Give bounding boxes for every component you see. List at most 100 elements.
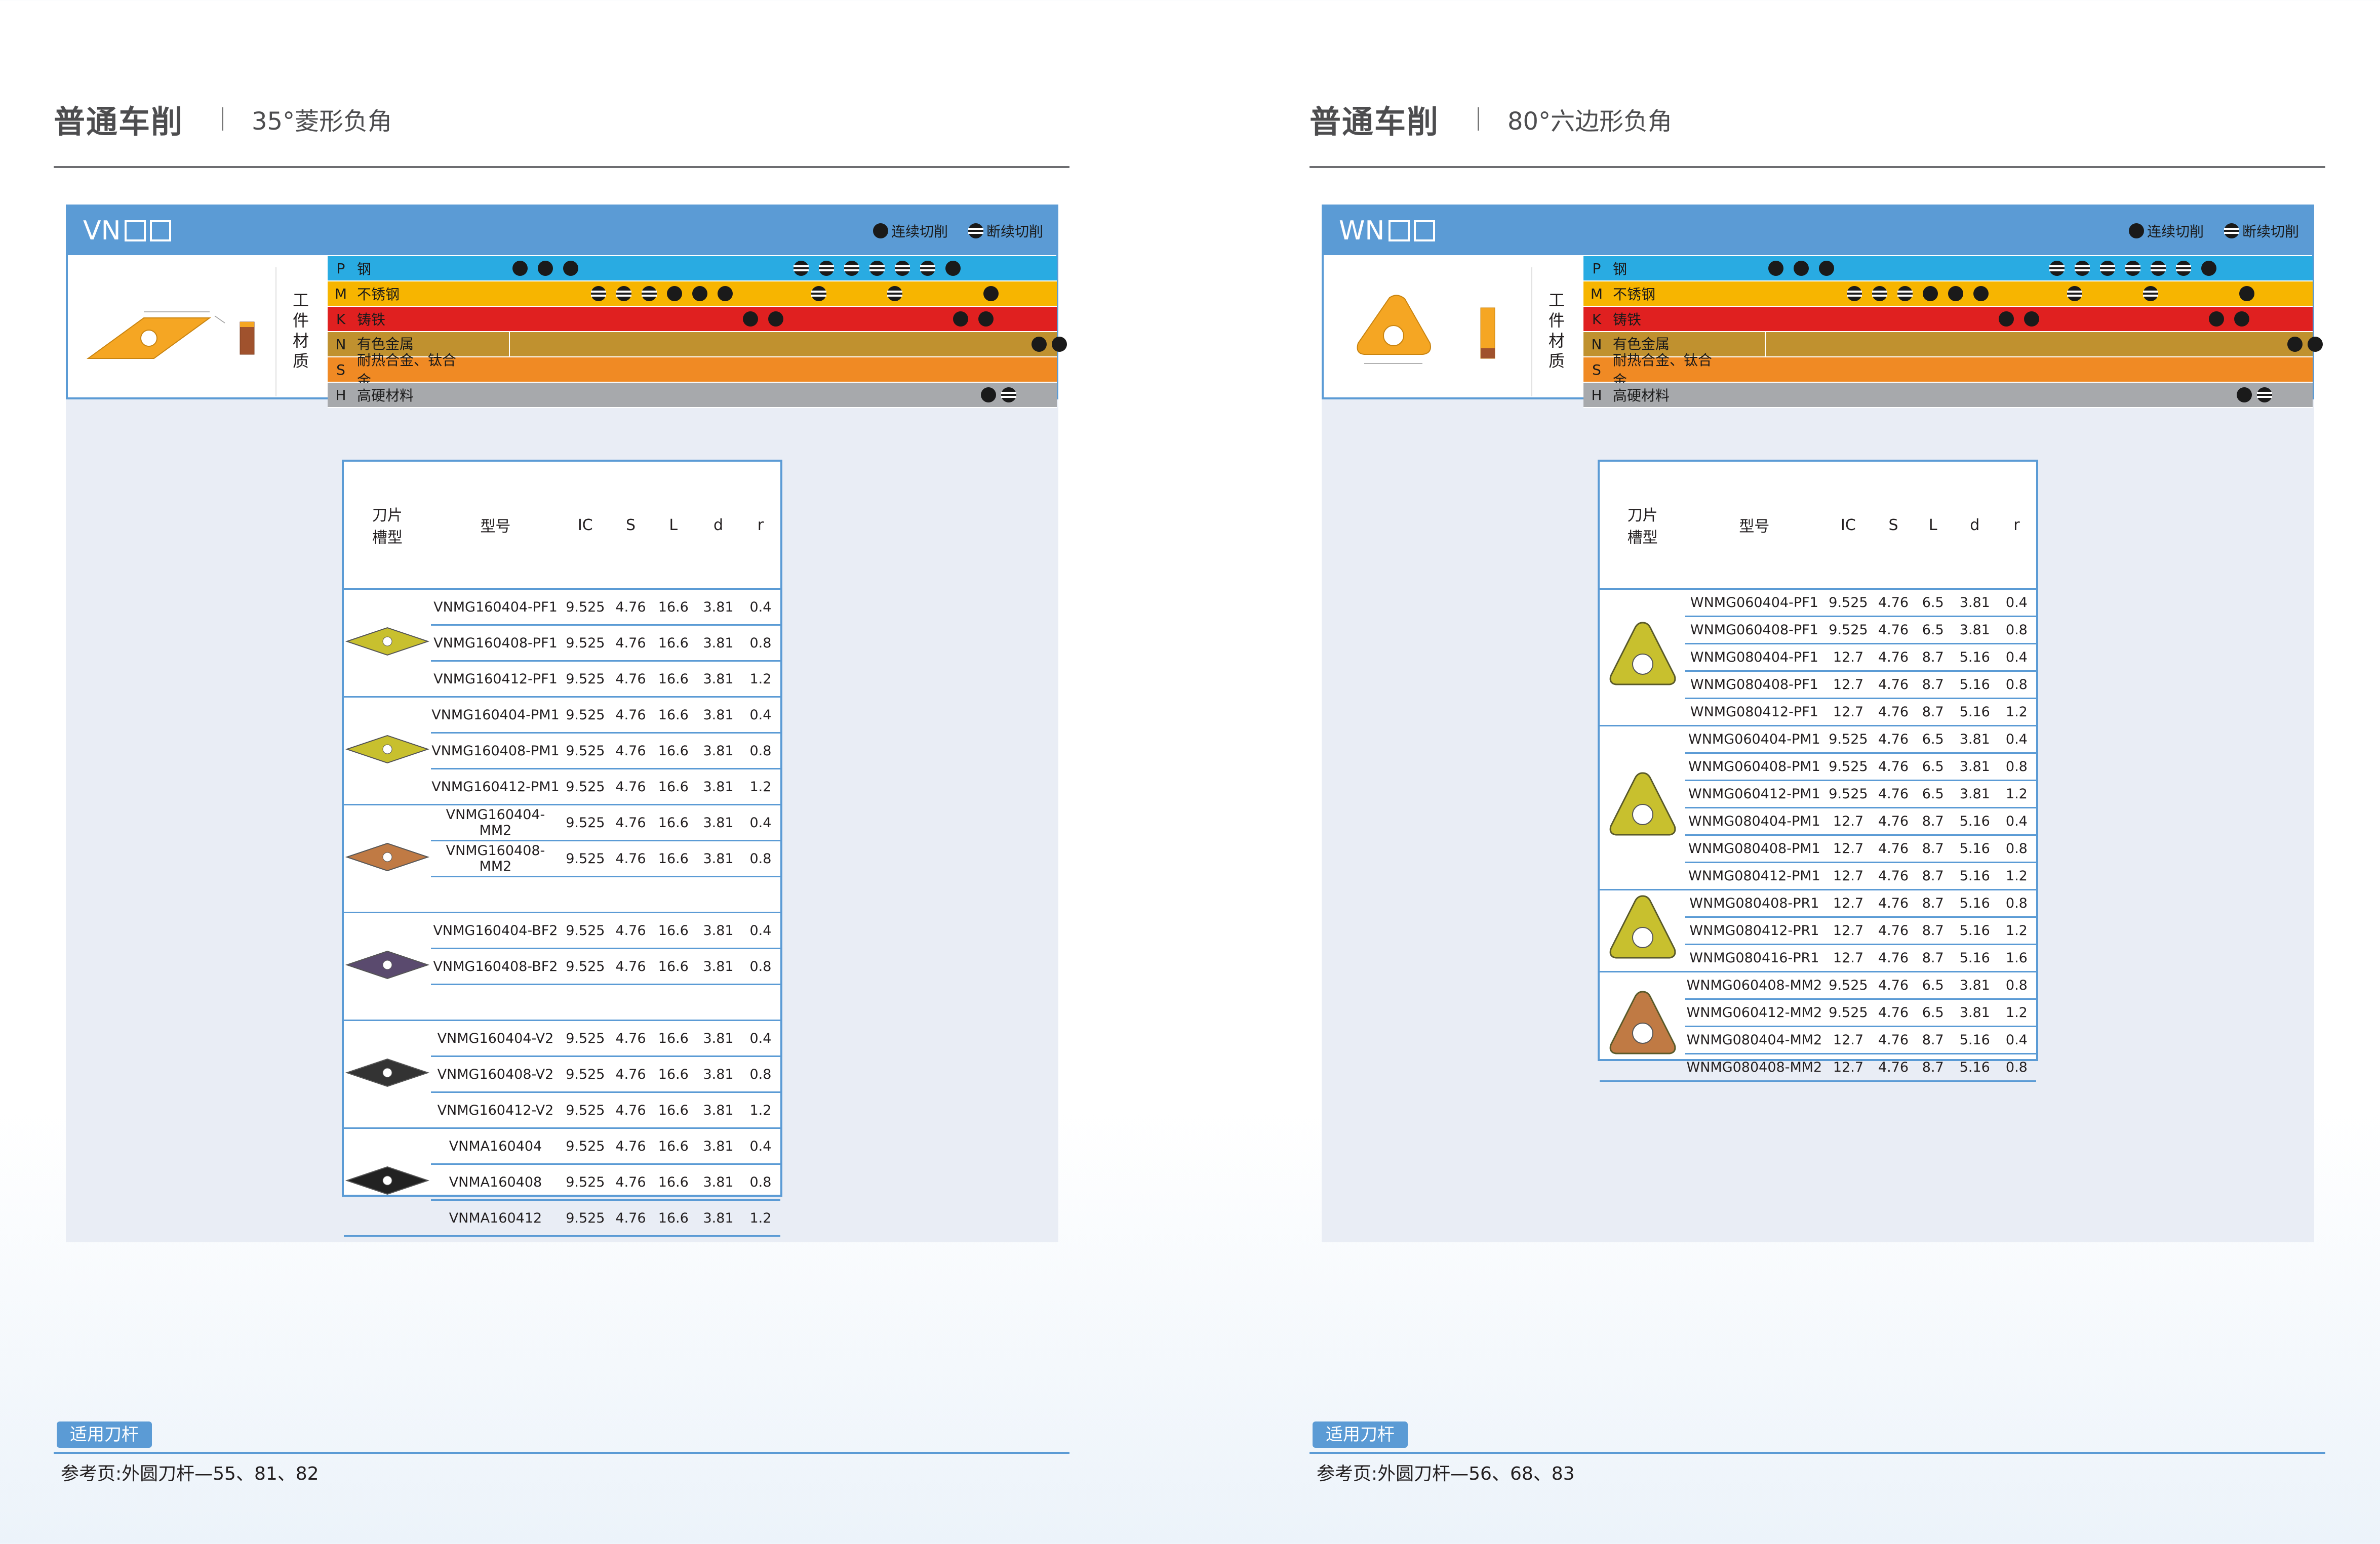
- value-cell: 6.5: [1913, 999, 1953, 1027]
- card-header: WN 连续切削 断续切削: [1324, 207, 2312, 255]
- title-divider: [1478, 107, 1480, 131]
- legend-continuous: 连续切削: [872, 221, 948, 241]
- value-cell: 16.6: [651, 625, 696, 662]
- solid-dot-icon: [2308, 337, 2323, 352]
- solid-dot-icon: [1052, 337, 1067, 352]
- value-cell: 4.76: [610, 1020, 651, 1057]
- model-cell: VNMG160408-V2: [430, 1056, 561, 1093]
- suitability-symbols: [328, 281, 1057, 306]
- suitability-symbols: [1583, 256, 2313, 280]
- value-cell: 8.7: [1913, 807, 1953, 836]
- value-cell: 4.76: [610, 661, 651, 698]
- value-cell: [696, 876, 741, 913]
- suitability-symbols: [1583, 383, 2313, 407]
- value-cell: 12.7: [1823, 862, 1874, 890]
- solid-dot-icon: [743, 311, 758, 327]
- value-cell: 4.76: [610, 804, 651, 841]
- trigon-insert-icon: [1609, 772, 1676, 836]
- value-cell: 16.6: [651, 768, 696, 805]
- value-cell: 3.81: [1952, 780, 1997, 808]
- value-cell: 0.8: [740, 948, 780, 985]
- value-cell: 0.4: [740, 697, 780, 734]
- page-title: 普通车削: [54, 103, 184, 140]
- value-cell: 3.81: [696, 1056, 741, 1093]
- solid-dot-icon: [1819, 261, 1834, 276]
- value-cell: 9.525: [560, 733, 611, 769]
- insert-card: WN 连续切削 断续切削 工件材质 P 钢 M 不锈钢 K 铸铁 N 有色金属 …: [1322, 205, 2323, 408]
- material-row-k: K 铸铁: [328, 307, 1057, 332]
- material-side-label: 工件材质: [1548, 291, 1565, 371]
- model-cell: WNMG080408-PM1: [1685, 835, 1823, 863]
- value-cell: 0.4: [1997, 1026, 2036, 1054]
- footer-rule: [1310, 1452, 2325, 1454]
- value-cell: 0.8: [1997, 616, 2036, 644]
- page-right: 普通车削 80°六边形负角 WN 连续切削 断续切削 工件材质 P 钢 M 不锈…: [1256, 0, 2380, 1544]
- value-cell: 4.76: [1873, 1026, 1914, 1054]
- solid-dot-icon: [2239, 286, 2254, 301]
- value-cell: 3.81: [696, 1164, 741, 1201]
- value-cell: 6.5: [1913, 589, 1953, 617]
- applicable-holder-button[interactable]: 适用刀杆: [1313, 1421, 1408, 1448]
- insert-image: [344, 1020, 431, 1129]
- table-row: WNMG060404-PM1 9.525 4.76 6.5 3.81 0.4: [1600, 725, 2036, 890]
- legend-continuous-label: 连续切削: [2147, 223, 2204, 240]
- table-row: VNMA160404 9.525 4.76 16.6 3.81 0.4: [344, 1128, 780, 1237]
- value-cell: 3.81: [696, 697, 741, 734]
- solid-dot-icon: [512, 261, 528, 276]
- solid-dot-icon: [692, 286, 707, 301]
- column-header-r: r: [740, 462, 780, 590]
- page-subtitle: 35°菱形负角: [252, 107, 392, 136]
- value-cell: 6.5: [1913, 753, 1953, 781]
- model-cell: WNMG060408-PF1: [1685, 616, 1823, 644]
- column-header-l: L: [1913, 462, 1953, 590]
- value-cell: 1.2: [740, 1200, 780, 1237]
- content-panel: VN 连续切削 断续切削 工件材质 P 钢 M 不锈钢 K 铸铁 N 有色金属 …: [66, 205, 1067, 1242]
- interrupted-dot-icon: [819, 261, 834, 276]
- column-header-groove: 刀片 槽型: [1600, 462, 1686, 590]
- value-cell: 0.8: [740, 1056, 780, 1093]
- value-cell: 4.76: [1873, 999, 1914, 1027]
- value-cell: 3.81: [1952, 999, 1997, 1027]
- value-cell: 6.5: [1913, 780, 1953, 808]
- material-table: P 钢 M 不锈钢 K 铸铁 N 有色金属 S 耐热合金、钛合金 H 高硬材料: [1583, 256, 2323, 408]
- model-cell: VNMG160412-PF1: [430, 661, 561, 698]
- page-subtitle: 80°六边形负角: [1508, 107, 1673, 136]
- suitability-symbols: [1583, 307, 2313, 331]
- value-cell: 4.76: [1873, 807, 1914, 836]
- value-cell: 3.81: [696, 589, 741, 626]
- diamond-insert-icon: [345, 842, 430, 871]
- material-row-s: S 耐热合金、钛合金: [328, 352, 1057, 389]
- table-header-row: 刀片 槽型 型号 IC S Ld r: [344, 462, 780, 590]
- suitability-symbols: [328, 383, 1057, 407]
- model-cell: VNMA160404: [430, 1128, 561, 1165]
- model-cell: WNMG060408-PM1: [1685, 753, 1823, 781]
- value-cell: 4.76: [610, 1128, 651, 1165]
- value-cell: 9.525: [560, 1020, 611, 1057]
- value-cell: 0.8: [740, 840, 780, 877]
- solid-dot-icon: [1973, 286, 1989, 301]
- solid-dot-icon: [945, 261, 961, 276]
- insert-code: VN: [83, 216, 172, 246]
- solid-dot-icon: [872, 223, 888, 238]
- value-cell: 9.525: [560, 1164, 611, 1201]
- applicable-holder-button[interactable]: 适用刀杆: [57, 1421, 152, 1448]
- solid-dot-icon: [1923, 286, 1938, 301]
- value-cell: 0.8: [1997, 671, 2036, 699]
- value-cell: 9.525: [560, 1092, 611, 1129]
- value-cell: 12.7: [1823, 807, 1874, 836]
- value-cell: 9.525: [560, 1128, 611, 1165]
- page-header: 普通车削 80°六边形负角: [1310, 96, 1672, 142]
- diamond-insert-icon: [345, 1058, 430, 1087]
- solid-dot-icon: [1794, 261, 1809, 276]
- interrupted-dot-icon: [844, 261, 859, 276]
- solid-dot-icon: [563, 261, 578, 276]
- legend-continuous: 连续切削: [2128, 221, 2204, 241]
- interrupted-dot-icon: [920, 261, 935, 276]
- header-rule: [1310, 166, 2325, 168]
- value-cell: [610, 984, 651, 1021]
- value-cell: 4.76: [1873, 671, 1914, 699]
- model-cell: VNMG160408-PF1: [430, 625, 561, 662]
- suitability-symbols: [1583, 281, 2313, 306]
- model-cell: VNMG160404-MM2: [430, 804, 561, 841]
- value-cell: 5.16: [1952, 889, 1997, 918]
